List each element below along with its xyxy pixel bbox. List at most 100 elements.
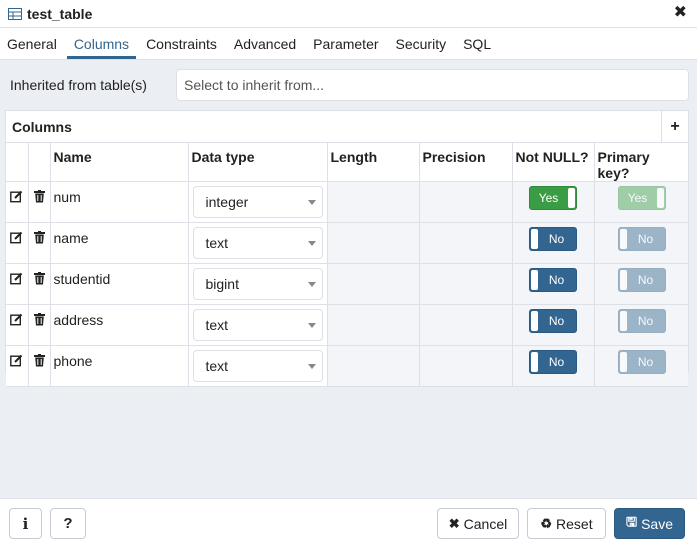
not-null-toggle[interactable]: Yes (528, 186, 577, 210)
column-name[interactable]: studentid (50, 263, 189, 305)
delete-row-button[interactable] (28, 304, 51, 346)
tab-columns[interactable]: Columns (66, 28, 137, 59)
precision-cell[interactable] (419, 304, 513, 346)
table-row: phone text No No (6, 345, 688, 387)
tab-security[interactable]: Security (389, 28, 454, 59)
cancel-button[interactable]: ✖ Cancel (437, 508, 519, 539)
column-name[interactable]: phone (50, 345, 189, 387)
length-cell[interactable] (327, 345, 420, 387)
header-primary-key: Primary key? (594, 143, 688, 182)
inherit-row: Inherited from table(s) Select to inheri… (0, 60, 697, 110)
primary-key-toggle[interactable]: No (617, 350, 666, 374)
tab-constraints[interactable]: Constraints (139, 28, 224, 59)
dialog-title: test_table (27, 5, 93, 22)
data-type-value: integer (205, 194, 249, 210)
edit-icon (10, 190, 23, 203)
table-row: name text No No (6, 222, 688, 264)
length-cell[interactable] (327, 304, 420, 346)
caret-down-icon (307, 241, 316, 246)
precision-cell[interactable] (419, 345, 513, 387)
reset-button[interactable]: ♻ Reset (527, 508, 606, 539)
delete-row-button[interactable] (28, 263, 51, 305)
column-name[interactable]: name (50, 222, 189, 264)
edit-row-button[interactable] (6, 304, 29, 346)
tab-parameter[interactable]: Parameter (306, 28, 385, 59)
columns-grid: Columns + Name Data type Length Precisio… (5, 110, 689, 387)
primary-key-toggle[interactable]: No (617, 227, 666, 251)
info-icon: i (22, 514, 29, 533)
data-type-select[interactable]: integer (192, 186, 323, 218)
save-icon: 🖫 (626, 513, 638, 529)
trash-icon (33, 354, 45, 367)
caret-down-icon (307, 282, 316, 287)
not-null-toggle[interactable]: No (528, 268, 577, 292)
tab-bar: General Columns Constraints Advanced Par… (0, 28, 697, 60)
trash-icon (33, 313, 45, 326)
columns-grid-title: Columns (12, 119, 72, 135)
add-column-button[interactable]: + (661, 111, 688, 142)
precision-cell[interactable] (419, 181, 513, 223)
header-name: Name (50, 143, 189, 182)
save-button[interactable]: 🖫 Save (614, 508, 685, 539)
info-button[interactable]: i (9, 508, 42, 539)
inherit-label: Inherited from table(s) (10, 77, 147, 93)
columns-grid-header: Columns + (6, 111, 688, 143)
trash-icon (33, 190, 45, 203)
help-button[interactable]: ? (50, 508, 86, 539)
table-row: address text No No (6, 304, 688, 346)
delete-row-button[interactable] (28, 181, 51, 223)
precision-cell[interactable] (419, 222, 513, 264)
edit-icon (10, 272, 23, 285)
precision-cell[interactable] (419, 263, 513, 305)
tab-sql[interactable]: SQL (456, 28, 498, 59)
help-icon: ? (63, 515, 73, 532)
length-cell[interactable] (327, 263, 420, 305)
data-type-select[interactable]: text (192, 309, 323, 341)
table-row: studentid bigint No No (6, 263, 688, 305)
edit-icon (10, 313, 23, 326)
edit-icon (10, 354, 23, 367)
trash-icon (33, 231, 45, 244)
tab-advanced[interactable]: Advanced (227, 28, 303, 59)
table-row: num integer Yes Yes (6, 181, 688, 223)
not-null-toggle[interactable]: No (528, 309, 577, 333)
inherit-select[interactable]: Select to inherit from... (176, 69, 689, 101)
trash-icon (33, 272, 45, 285)
edit-row-button[interactable] (6, 345, 29, 387)
caret-down-icon (307, 200, 316, 205)
tab-general[interactable]: General (0, 28, 64, 59)
caret-down-icon (307, 323, 316, 328)
not-null-toggle[interactable]: No (528, 350, 577, 374)
data-type-value: bigint (205, 276, 239, 292)
column-name[interactable]: address (50, 304, 189, 346)
data-type-select[interactable]: bigint (192, 268, 323, 300)
not-null-toggle[interactable]: No (528, 227, 577, 251)
primary-key-toggle[interactable]: Yes (617, 186, 666, 210)
table-header-row: Name Data type Length Precision Not NULL… (6, 143, 688, 182)
column-name[interactable]: num (50, 181, 189, 223)
close-icon: ✖ (448, 515, 460, 531)
header-not-null: Not NULL? (512, 143, 595, 182)
header-precision: Precision (419, 143, 513, 182)
length-cell[interactable] (327, 222, 420, 264)
edit-icon (10, 231, 23, 244)
header-length: Length (327, 143, 420, 182)
edit-row-button[interactable] (6, 263, 29, 305)
delete-row-button[interactable] (28, 345, 51, 387)
primary-key-toggle[interactable]: No (617, 309, 666, 333)
caret-down-icon (307, 364, 316, 369)
data-type-select[interactable]: text (192, 227, 323, 259)
edit-row-button[interactable] (6, 181, 29, 223)
data-type-select[interactable]: text (192, 350, 323, 382)
close-icon[interactable]: ✖ (674, 4, 687, 22)
table-icon (8, 7, 22, 20)
plus-icon: + (670, 118, 680, 135)
edit-row-button[interactable] (6, 222, 29, 264)
recycle-icon: ♻ (540, 515, 553, 531)
header-data-type: Data type (188, 143, 328, 182)
columns-table: Name Data type Length Precision Not NULL… (6, 143, 688, 387)
primary-key-toggle[interactable]: No (617, 268, 666, 292)
delete-row-button[interactable] (28, 222, 51, 264)
dialog-footer: i ? ✖ Cancel ♻ Reset 🖫 Save (0, 498, 697, 546)
length-cell[interactable] (327, 181, 420, 223)
